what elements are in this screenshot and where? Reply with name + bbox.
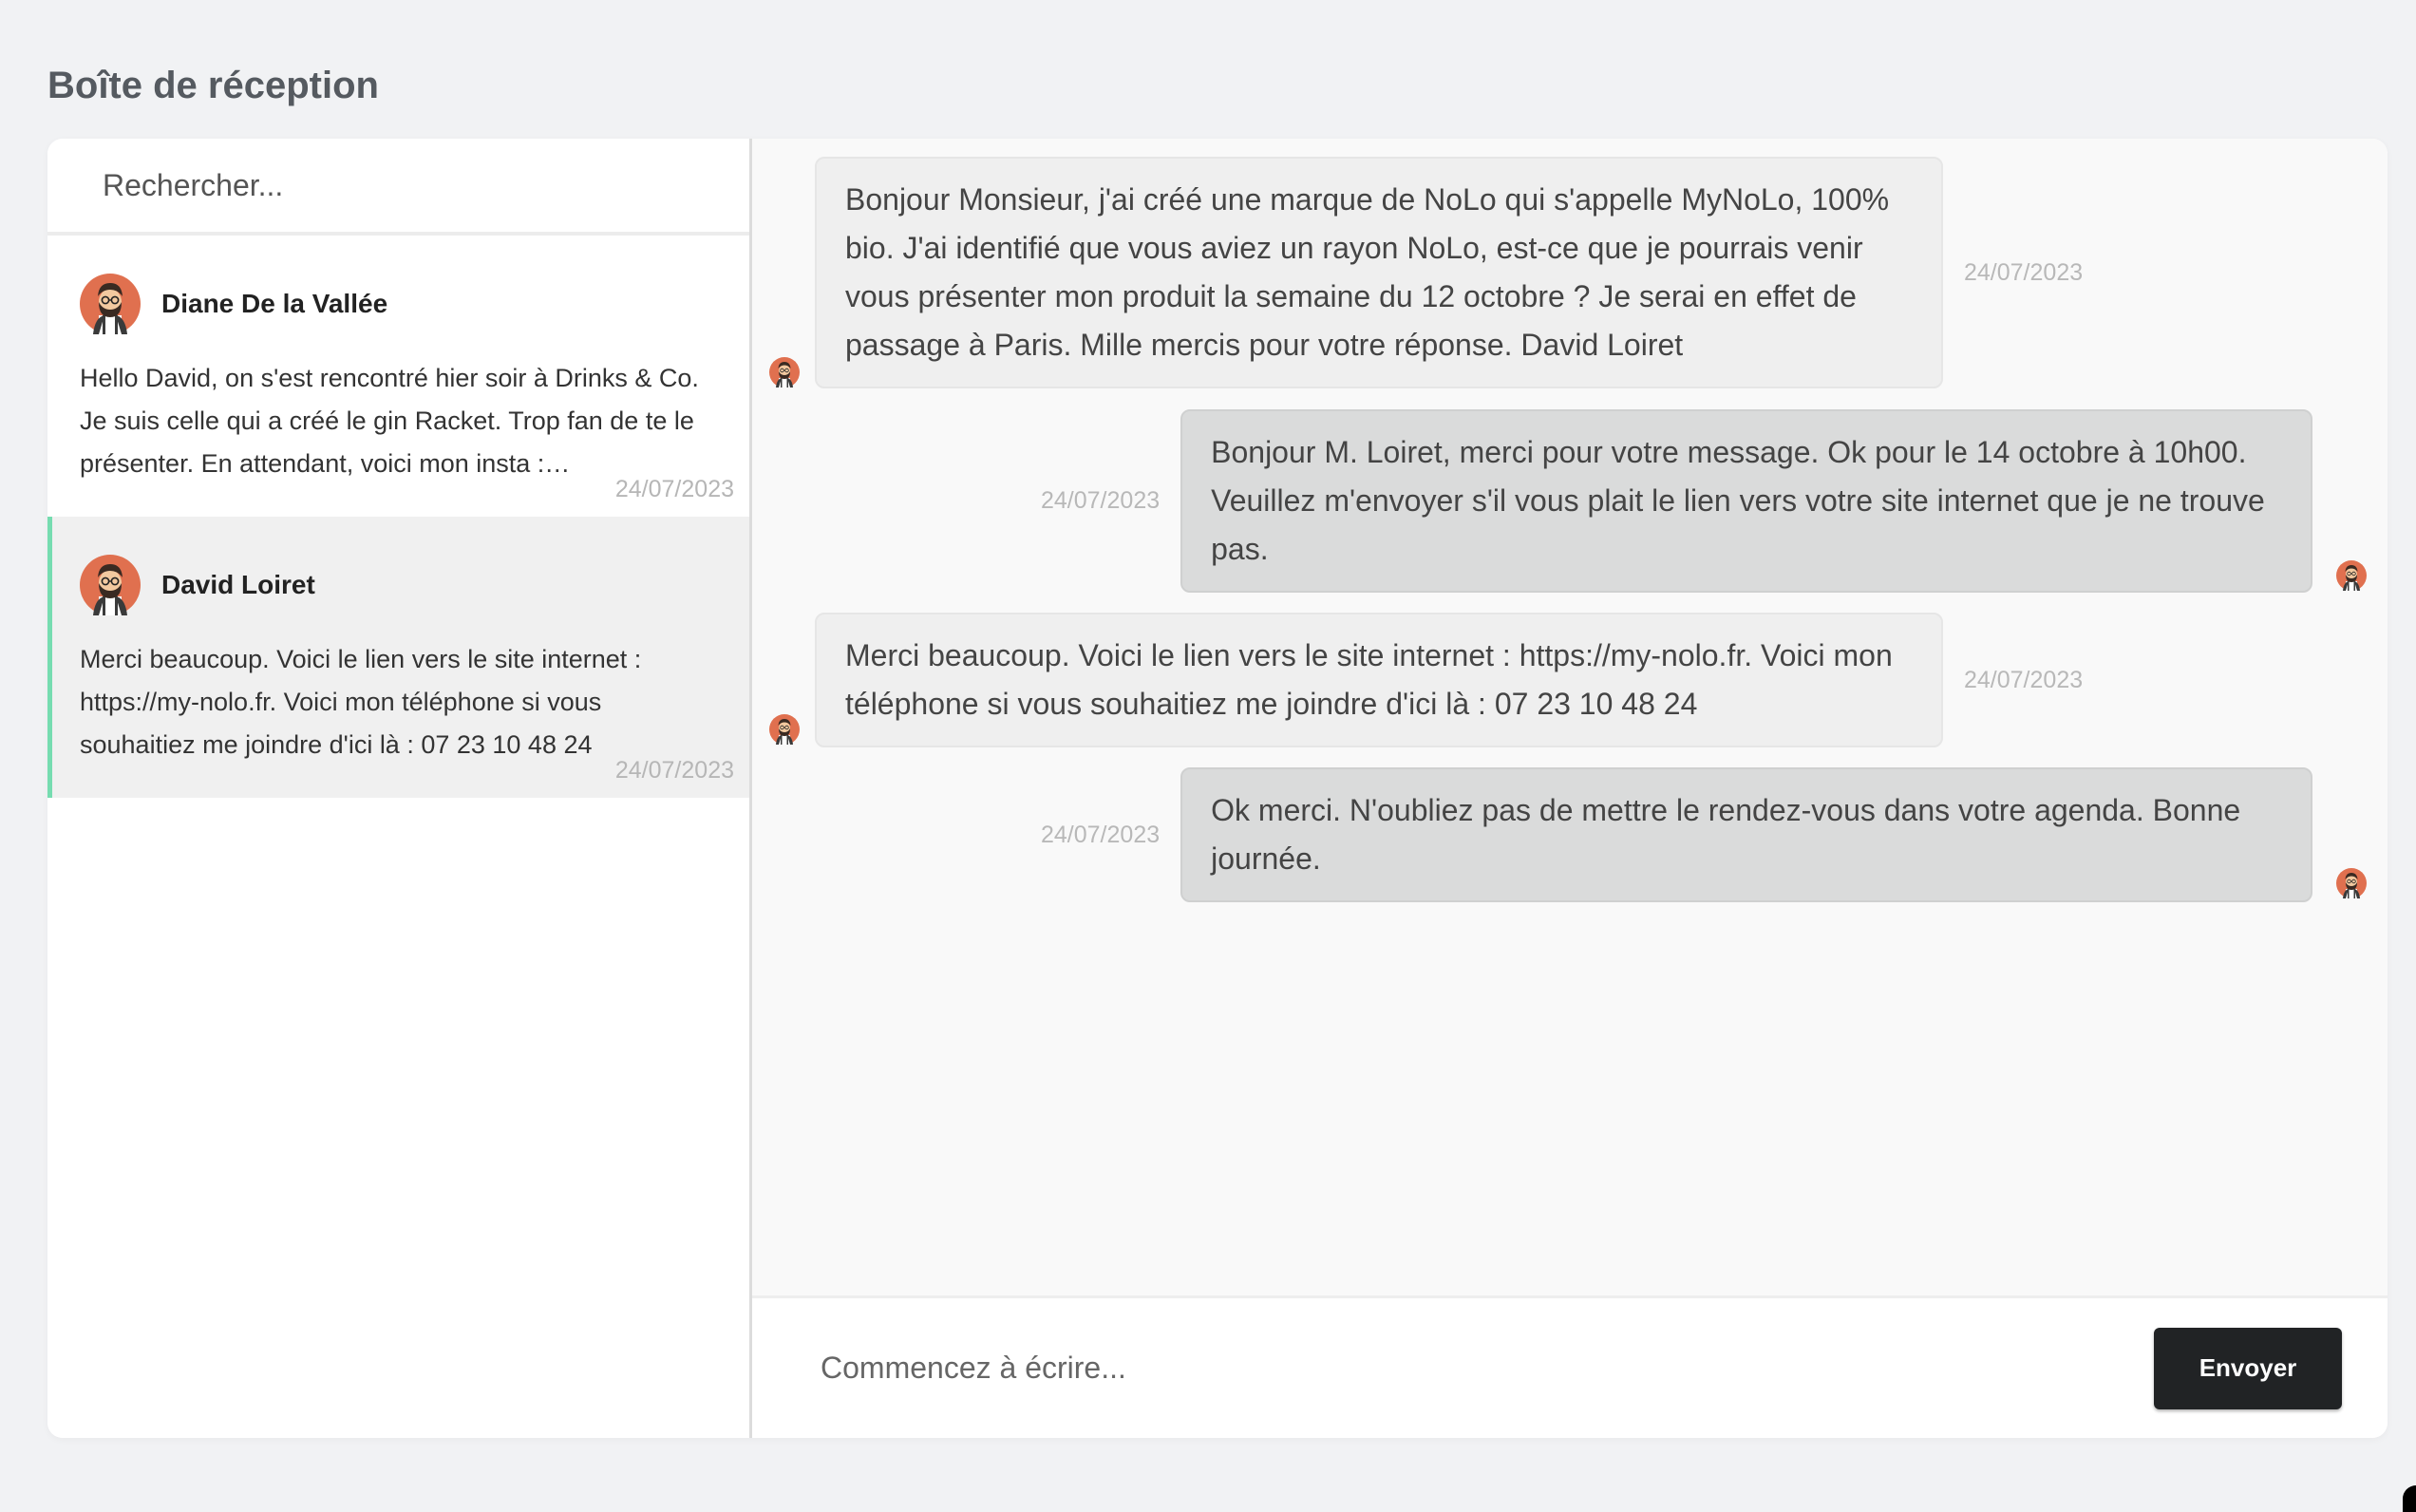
message-date: 24/07/2023: [1041, 487, 1161, 514]
avatar-icon: [769, 357, 800, 387]
message-date: 24/07/2023: [1041, 821, 1161, 848]
window-corner: [2403, 1485, 2416, 1512]
conversation-name: Diane De la Vallée: [161, 289, 388, 318]
message-bubble: Bonjour M. Loiret, merci pour votre mess…: [1180, 409, 2313, 593]
search-bar: [47, 139, 749, 236]
message-date: 24/07/2023: [1964, 666, 2084, 693]
conversation-preview: Hello David, on s'est rencontré hier soi…: [80, 364, 699, 478]
send-button[interactable]: Envoyer: [2154, 1327, 2342, 1409]
page-title: Boîte de réception: [47, 65, 379, 106]
conversation-item[interactable]: Diane De la Vallée Hello David, on s'est…: [47, 236, 749, 517]
message-outgoing: 24/07/2023 Ok merci. N'oubliez pas de me…: [1041, 767, 2313, 902]
message-incoming: Bonjour Monsieur, j'ai créé une marque d…: [815, 157, 2083, 388]
inbox-card: Diane De la Vallée Hello David, on s'est…: [47, 139, 2388, 1438]
message-composer: Envoyer: [752, 1295, 2388, 1438]
conversation-preview: Merci beaucoup. Voici le lien vers le si…: [80, 645, 642, 759]
message-incoming: Merci beaucoup. Voici le lien vers le si…: [815, 613, 2083, 747]
conversation-date: 24/07/2023: [614, 757, 734, 784]
conversation-date: 24/07/2023: [614, 476, 734, 502]
conversation-header: Diane De la Vallée: [80, 274, 721, 334]
avatar-icon: [2336, 560, 2367, 591]
message-bubble: Bonjour Monsieur, j'ai créé une marque d…: [815, 157, 1943, 388]
avatar-icon: [2336, 868, 2367, 898]
message-date: 24/07/2023: [1964, 258, 2084, 286]
avatar-icon: [80, 555, 141, 615]
message-bubble: Merci beaucoup. Voici le lien vers le si…: [815, 613, 1943, 747]
avatar-icon: [80, 274, 141, 334]
message-input[interactable]: [819, 1350, 2057, 1387]
conversation-item-active[interactable]: David Loiret Merci beaucoup. Voici le li…: [47, 517, 749, 798]
message-thread: Bonjour Monsieur, j'ai créé une marque d…: [752, 139, 2388, 1295]
chat-pane: Bonjour Monsieur, j'ai créé une marque d…: [752, 139, 2388, 1438]
conversation-list: Diane De la Vallée Hello David, on s'est…: [47, 139, 752, 1438]
avatar-icon: [769, 714, 800, 745]
conversation-header: David Loiret: [80, 555, 721, 615]
conversation-name: David Loiret: [161, 570, 315, 599]
inbox-page: Boîte de réception Diane De la Vallée He…: [0, 0, 2416, 1512]
message-bubble: Ok merci. N'oubliez pas de mettre le ren…: [1180, 767, 2313, 902]
message-outgoing: 24/07/2023 Bonjour M. Loiret, merci pour…: [1041, 409, 2313, 593]
search-input[interactable]: [101, 166, 674, 204]
